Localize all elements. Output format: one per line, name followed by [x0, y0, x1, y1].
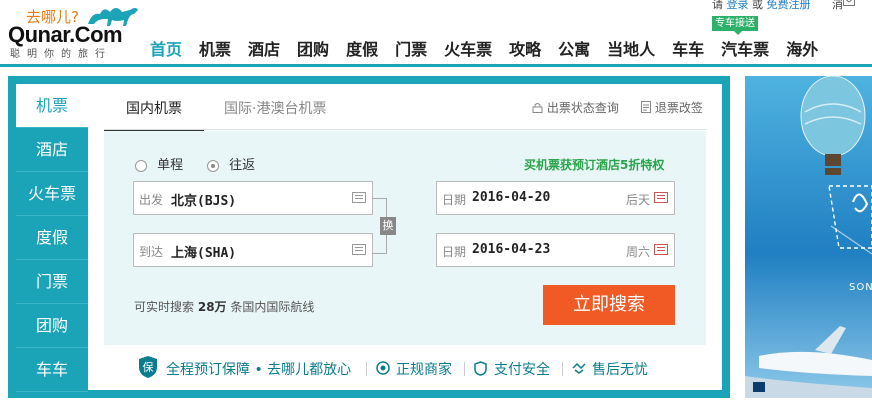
guarantee-payment[interactable]: 支付安全: [494, 359, 550, 379]
sidebar-item-flights[interactable]: 机票: [16, 84, 88, 128]
sidebar-item-hotels[interactable]: 酒店: [16, 128, 88, 172]
tab-domestic-flights[interactable]: 国内机票: [104, 94, 204, 132]
handshake-icon: [572, 362, 586, 374]
flight-status-link[interactable]: 出票状态查询: [532, 99, 619, 116]
one-way-option[interactable]: 单程: [135, 154, 183, 173]
nav-locals[interactable]: 当地人: [607, 36, 655, 60]
tab-international-flights[interactable]: 国际·港澳台机票: [224, 94, 326, 124]
document-icon: [641, 101, 651, 113]
mail-icon[interactable]: [843, 0, 855, 6]
search-coverage-count: 28万: [197, 300, 227, 314]
depart-date-label: 日期: [442, 193, 467, 207]
one-way-label: 单程: [157, 158, 184, 173]
message-link[interactable]: 消: [832, 0, 843, 11]
return-date-field[interactable]: 日期 2016-04-23 周六: [436, 233, 675, 267]
nav-car[interactable]: 车车: [672, 36, 704, 60]
round-trip-option[interactable]: 往返: [207, 154, 255, 173]
banner-text: SON: [849, 282, 872, 293]
search-coverage-text: 可实时搜索 28万 条国内国际航线: [134, 298, 314, 315]
calendar-icon[interactable]: [654, 192, 668, 203]
flight-status-label: 出票状态查询: [546, 101, 619, 115]
or-text: 或: [752, 0, 763, 11]
sidebar-item-train[interactable]: 火车票: [16, 172, 88, 216]
search-coverage-suffix: 条国内国际航线: [230, 300, 315, 314]
depart-date-field[interactable]: 日期 2016-04-20 后天: [436, 181, 675, 215]
search-button[interactable]: 立即搜索: [543, 285, 675, 325]
arrival-city-field[interactable]: 到达 上海(SHA): [133, 233, 373, 267]
refund-label: 退票改签: [654, 101, 703, 115]
promo-banner[interactable]: SON: [745, 76, 872, 398]
category-sidebar: 机票 酒店 火车票 度假 门票 团购 车车: [16, 84, 88, 392]
guarantee-main[interactable]: 全程预订保障 • 去哪儿都放心: [166, 359, 351, 379]
round-trip-label: 往返: [229, 158, 256, 173]
divider: [366, 362, 367, 376]
shield-icon: 保: [139, 356, 157, 378]
nav-home[interactable]: 首页: [150, 36, 182, 60]
arrival-city-value: 上海(SHA): [171, 246, 237, 261]
guarantee-merchant[interactable]: 正规商家: [396, 359, 452, 379]
login-prefix: 请: [712, 0, 723, 11]
register-link[interactable]: 免费注册: [767, 0, 811, 11]
nav-flights[interactable]: 机票: [199, 36, 231, 60]
arrival-city-label: 到达: [139, 245, 164, 259]
guarantee-bar: 保 全程预订保障 • 去哪儿都放心 正规商家 支付安全 售后无忧: [104, 345, 706, 388]
guarantee-aftersales[interactable]: 售后无忧: [592, 359, 648, 379]
nav-badge: 专车接送: [712, 16, 758, 35]
top-links: 请 登录 或 免费注册 消: [712, 0, 843, 12]
certified-icon: [376, 361, 390, 375]
refund-link[interactable]: 退票改签: [641, 99, 703, 116]
sidebar-item-car[interactable]: 车车: [16, 348, 88, 392]
sidebar-item-tickets[interactable]: 门票: [16, 260, 88, 304]
nav-divider: [0, 64, 872, 67]
return-date-value: 2016-04-23: [472, 242, 551, 257]
nav-groupbuy[interactable]: 团购: [297, 36, 329, 60]
city-list-icon[interactable]: [352, 244, 366, 255]
nav-hotels[interactable]: 酒店: [248, 36, 280, 60]
swap-cities-button[interactable]: 换: [380, 217, 396, 235]
divider: [464, 362, 465, 376]
promo-link[interactable]: 买机票获预订酒店5折特权: [524, 156, 664, 173]
search-coverage-prefix: 可实时搜索: [134, 300, 195, 314]
svg-text:保: 保: [143, 360, 154, 374]
nav-overseas[interactable]: 海外: [786, 36, 818, 60]
return-weekday: 周六: [625, 245, 650, 259]
lock-icon: [532, 103, 543, 113]
divider: [562, 362, 563, 376]
departure-city-field[interactable]: 出发 北京(BJS): [133, 181, 373, 215]
sidebar-item-groupbuy[interactable]: 团购: [16, 304, 88, 348]
nav-tickets[interactable]: 门票: [395, 36, 427, 60]
city-list-icon[interactable]: [352, 192, 366, 203]
main-nav: 首页 机票 酒店 团购 度假 门票 火车票 攻略 公寓 当地人 车车 汽车票 海…: [150, 36, 835, 60]
return-date-label: 日期: [442, 245, 467, 259]
departure-city-value: 北京(BJS): [171, 194, 237, 209]
nav-train[interactable]: 火车票: [444, 36, 492, 60]
depart-date-value: 2016-04-20: [472, 190, 551, 205]
calendar-icon[interactable]: [654, 244, 668, 255]
nav-vacation[interactable]: 度假: [346, 36, 378, 60]
shield-outline-icon: [474, 361, 487, 376]
departure-city-label: 出发: [139, 193, 164, 207]
login-link[interactable]: 登录: [727, 0, 749, 11]
nav-guides[interactable]: 攻略: [509, 36, 541, 60]
logo-slogan: 聪明你的旅行: [10, 49, 112, 60]
sidebar-item-vacation[interactable]: 度假: [16, 216, 88, 260]
banner-artwork: [745, 76, 872, 398]
depart-weekday: 后天: [625, 193, 650, 207]
nav-apartments[interactable]: 公寓: [558, 36, 590, 60]
round-trip-radio[interactable]: [207, 159, 219, 172]
one-way-radio[interactable]: [135, 159, 147, 172]
nav-bus[interactable]: 汽车票: [721, 36, 769, 60]
